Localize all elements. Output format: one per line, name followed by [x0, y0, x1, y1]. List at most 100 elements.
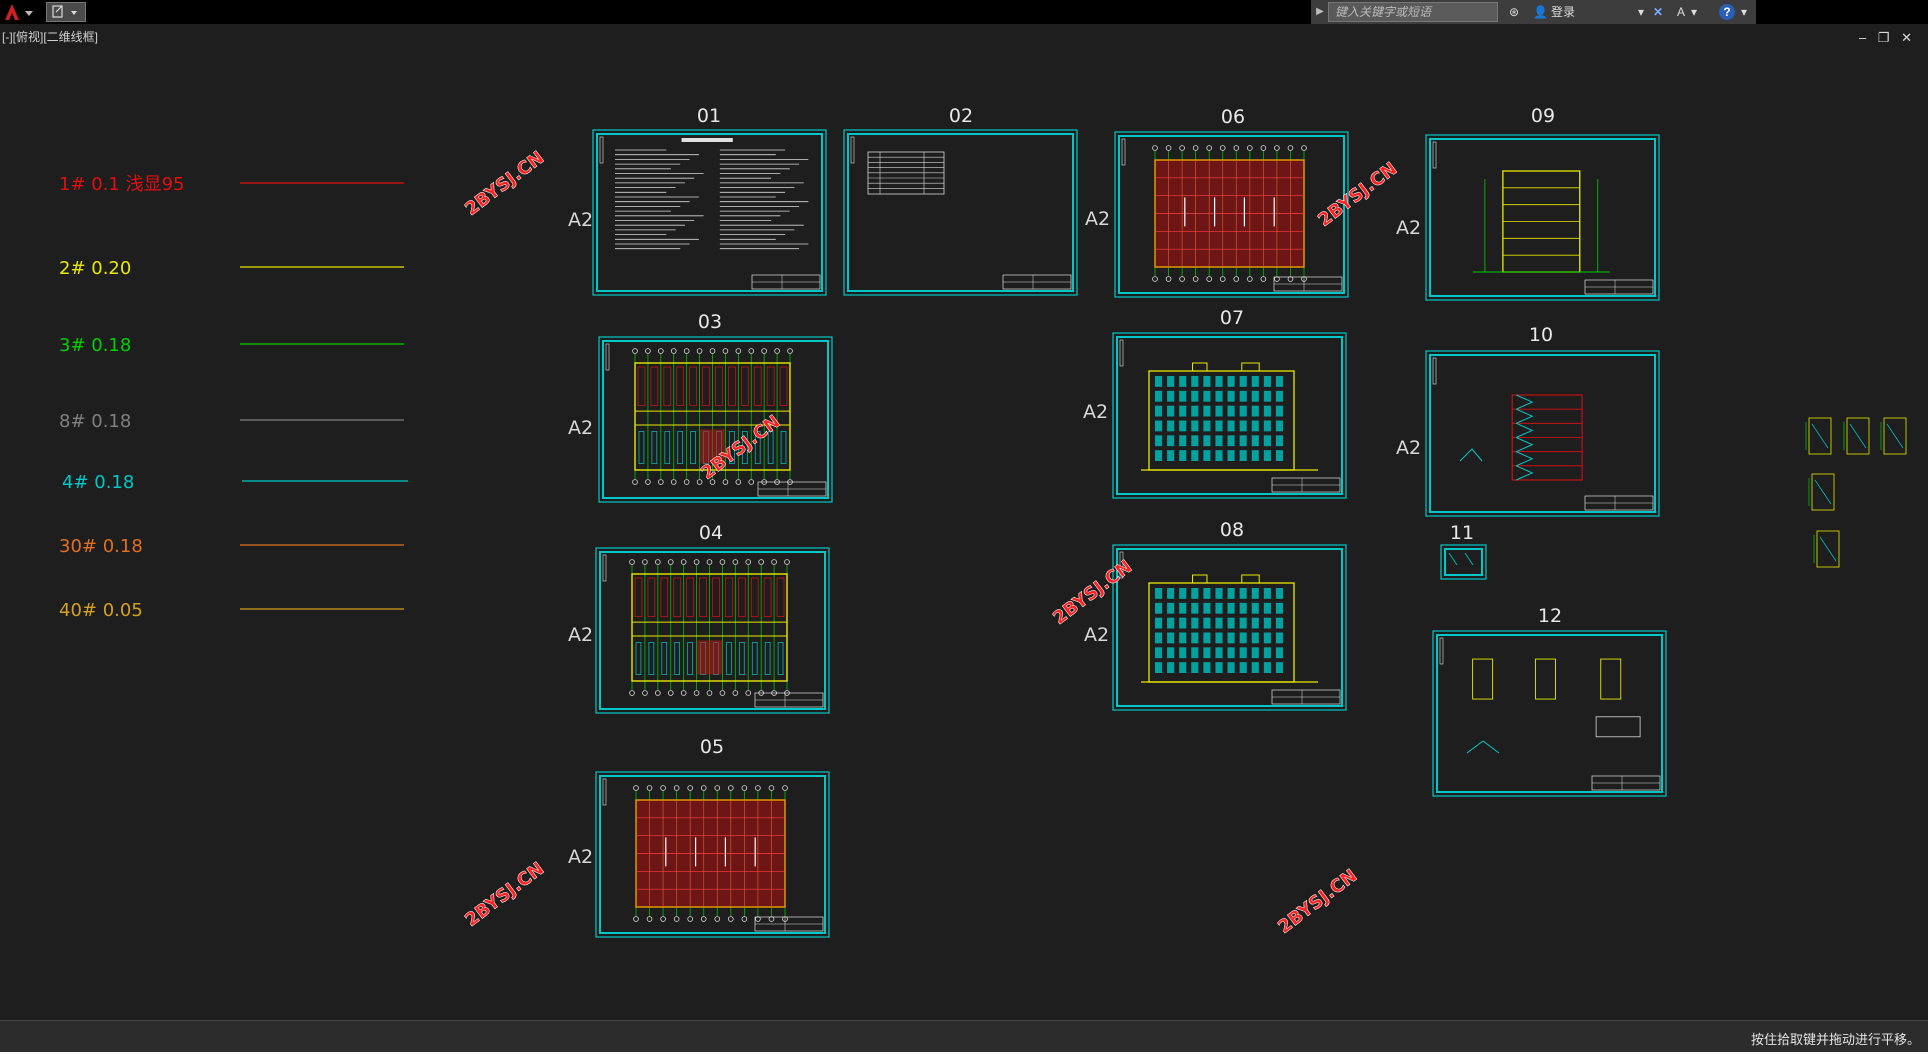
sheet-size-label: A2: [1085, 208, 1110, 230]
window: [1275, 647, 1283, 659]
axis-bubble: [658, 479, 664, 485]
window: [1239, 588, 1247, 599]
document-edit-icon: [52, 5, 77, 18]
window: [1275, 632, 1283, 644]
axis-bubble: [787, 348, 793, 354]
window: [1191, 435, 1199, 447]
legend-label: 4# 0.18: [62, 472, 134, 493]
login-dropdown-icon[interactable]: ▾: [1638, 4, 1644, 20]
exchange-icon[interactable]: ✕: [1653, 4, 1663, 20]
room-outline: [712, 577, 720, 617]
window: [1203, 662, 1211, 673]
window: [1251, 662, 1259, 673]
axis-bubble: [761, 348, 767, 354]
window: [1203, 617, 1211, 629]
binding-strip: [1119, 339, 1124, 367]
axis-bubble: [748, 348, 755, 354]
axis-bubble: [741, 916, 748, 922]
axis-bubble: [633, 916, 639, 922]
axis-bubble: [706, 559, 713, 565]
window: [1239, 420, 1247, 432]
room-outline: [776, 577, 785, 617]
window: [1263, 617, 1271, 629]
window: [1203, 435, 1211, 447]
stair-plan-detail: [1600, 658, 1622, 700]
drawing-sheet-09: 09 A2: [1396, 105, 1660, 301]
window: [1227, 647, 1235, 659]
window: [1179, 647, 1187, 659]
watermark-text: 2BYSJ.CN: [1314, 158, 1401, 231]
drawing-sheet-01: 01 A2: [568, 105, 827, 296]
window: [1215, 420, 1223, 432]
window: [1215, 588, 1223, 599]
user-icon: 👤: [1533, 5, 1548, 19]
axis-bubble: [1260, 276, 1267, 282]
detail-line: [1448, 552, 1458, 566]
window: [1191, 632, 1199, 644]
axis-bubble: [632, 348, 638, 354]
room-outline: [728, 366, 736, 406]
drawing-sheet-11: 11: [1440, 522, 1487, 580]
login-button[interactable]: 登录: [1551, 4, 1575, 20]
window: [1167, 435, 1175, 447]
expand-arrow-icon[interactable]: ▶: [1313, 3, 1327, 21]
room-outline: [763, 577, 772, 617]
window: [1263, 647, 1271, 659]
room-outline: [750, 577, 759, 617]
window: [1155, 602, 1163, 614]
axis-bubble: [700, 916, 707, 922]
sheet-size-label: A2: [568, 417, 593, 439]
quick-access-toolbar[interactable]: [46, 2, 86, 22]
room-outline: [661, 642, 668, 675]
axis-bubble: [629, 559, 635, 565]
detail-table: [1595, 716, 1641, 738]
window: [1203, 390, 1211, 402]
axis-bubble: [658, 348, 664, 354]
binding-strip: [1439, 637, 1444, 665]
window: [1251, 588, 1259, 599]
thumb-line: [1814, 479, 1832, 505]
window: [1239, 602, 1247, 614]
axis-bubble: [1206, 145, 1212, 151]
axis-bubble: [1152, 276, 1158, 282]
window: [1191, 405, 1199, 417]
window: [1179, 376, 1187, 387]
window: [1227, 450, 1235, 461]
axis-bubble: [1152, 145, 1158, 151]
room-outline: [777, 642, 784, 675]
sheet-number-label: 06: [1221, 106, 1245, 128]
axis-bubble: [755, 785, 761, 791]
sheet-outer-frame: [595, 547, 830, 714]
parapet: [1192, 362, 1208, 372]
axis-bubble: [660, 916, 666, 922]
app-menu-button[interactable]: [2, 2, 40, 22]
help-dropdown-icon[interactable]: ▾: [1741, 4, 1747, 20]
legend-label: 3# 0.18: [59, 335, 131, 356]
axis-bubble: [1233, 276, 1240, 282]
room-outline: [766, 366, 775, 406]
axis-bubble: [687, 785, 693, 791]
status-message: 按住拾取键并拖动进行平移。: [1750, 1032, 1920, 1047]
a360-dropdown-icon[interactable]: ▾: [1691, 4, 1697, 20]
help-icon[interactable]: ?: [1719, 4, 1735, 20]
layer-legend: 1# 0.1 浅显95 2# 0.20 3# 0.18 8# 0.18 4# 0.18 3…: [59, 174, 408, 621]
room-outline: [726, 642, 732, 675]
axis-bubble: [1274, 145, 1280, 151]
autodesk-a360-icon[interactable]: A: [1677, 4, 1685, 20]
window: [1215, 376, 1223, 387]
drawing-sheet-08: 08 A2: [1084, 519, 1347, 711]
window: [1275, 617, 1283, 629]
binding-strip: [599, 136, 604, 164]
drawing-canvas[interactable]: 1# 0.1 浅显95 2# 0.20 3# 0.18 8# 0.18 4# 0.18 3…: [0, 24, 1928, 1020]
binoculars-icon[interactable]: ⊛: [1509, 4, 1519, 20]
window: [1227, 588, 1235, 599]
axis-bubble: [1287, 145, 1294, 151]
sheet-inner-frame: [1429, 354, 1656, 513]
sheet-number-label: 11: [1450, 522, 1474, 544]
window: [1227, 632, 1235, 644]
sheet-number-label: 01: [697, 105, 721, 127]
axis-bubble: [633, 785, 639, 791]
search-input[interactable]: [1328, 2, 1498, 22]
detail-thumbnails: [1805, 417, 1907, 568]
stair-detail: [1459, 448, 1483, 462]
